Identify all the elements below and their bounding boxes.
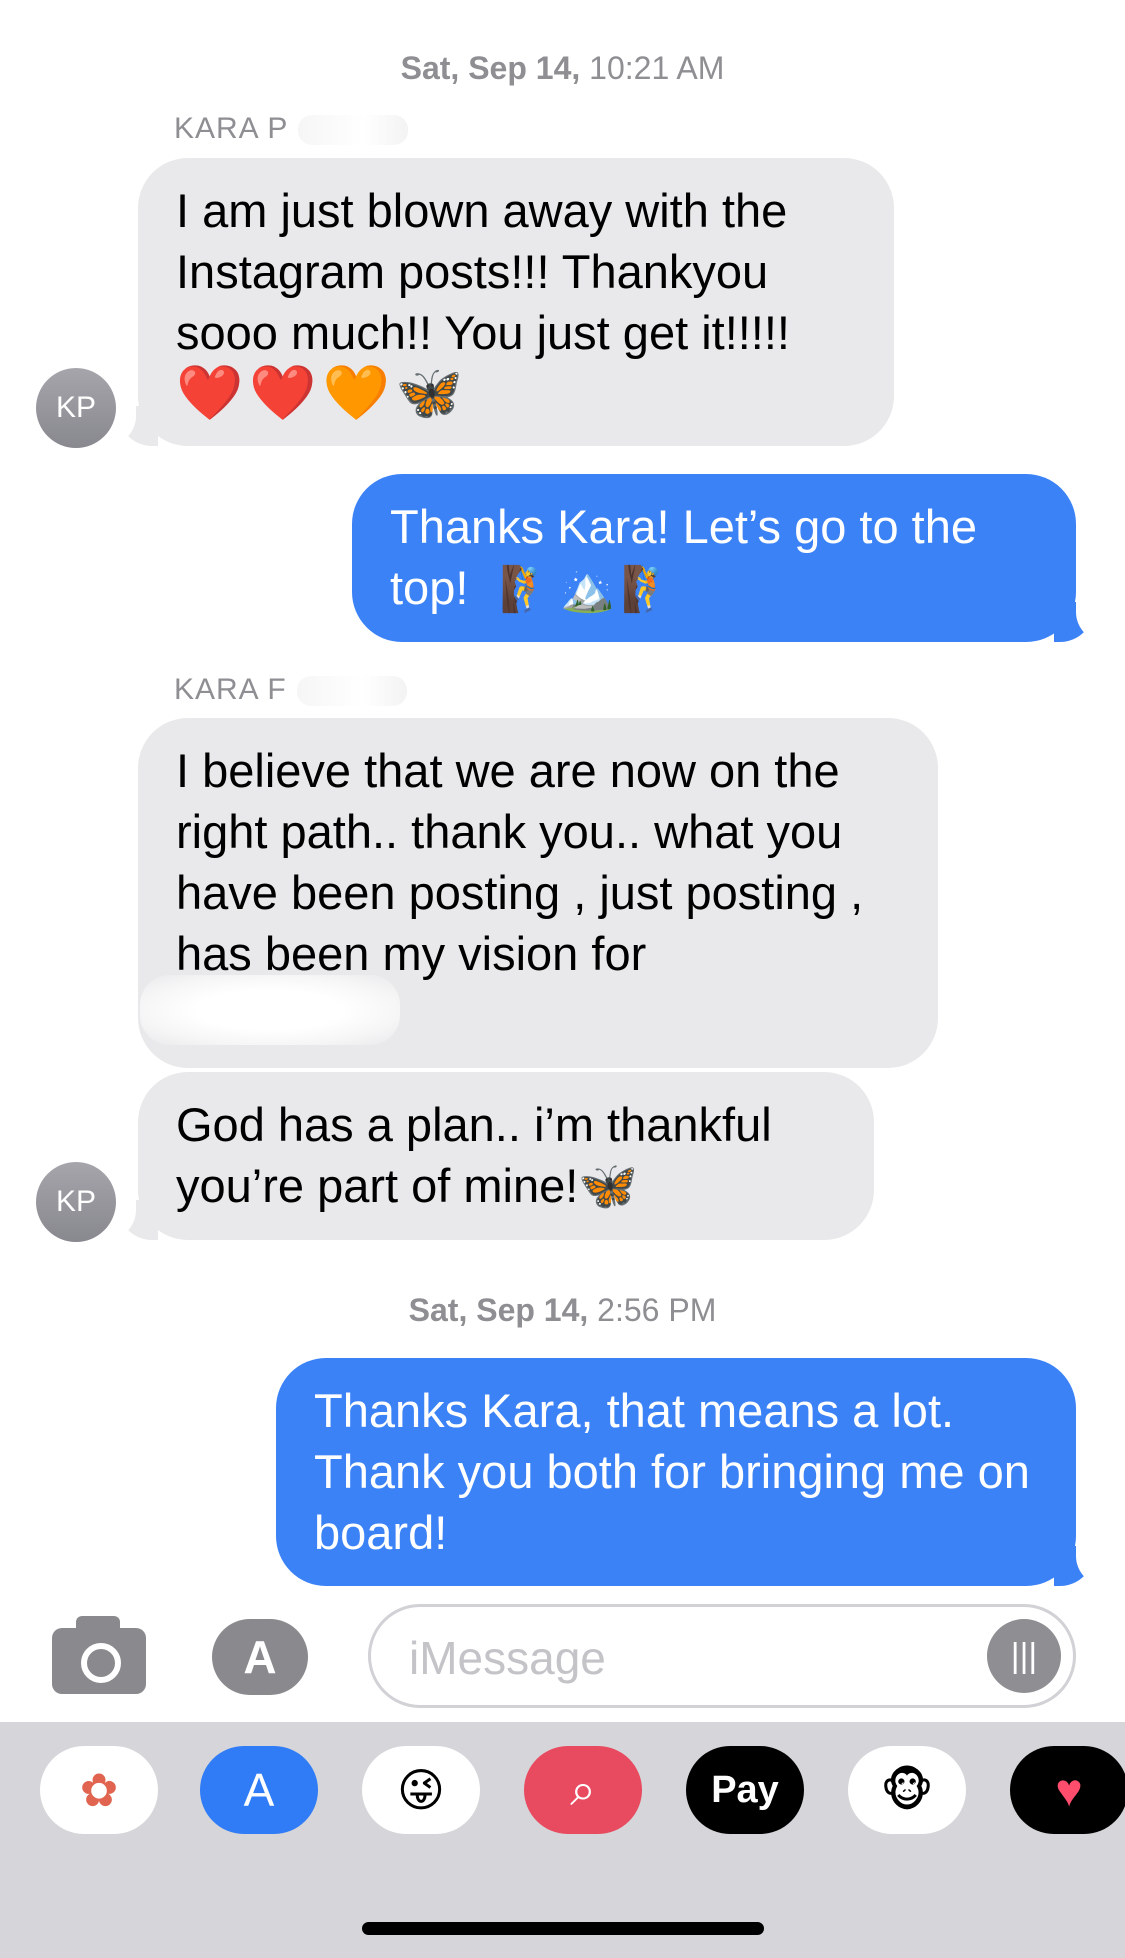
outgoing-message-bubble[interactable]: Thanks Kara! Let’s go to the top! 🧗🏔️🧗: [352, 474, 1076, 642]
message-text: Thanks Kara! Let’s go to the top!: [390, 500, 977, 614]
message-input[interactable]: iMessage |||: [368, 1604, 1076, 1708]
bubble-tail: [96, 1196, 158, 1240]
message-emoji: ❤️❤️🧡🦋: [176, 363, 469, 423]
camera-icon[interactable]: [52, 1616, 146, 1694]
timestamp-day: Sat, Sep 14,: [400, 50, 581, 86]
redaction-smudge: [296, 676, 407, 707]
digital-touch-icon[interactable]: ♥: [1010, 1746, 1125, 1834]
outgoing-message-bubble[interactable]: Thanks Kara, that means a lot. Thank you…: [276, 1358, 1076, 1586]
bubble-tail: [1054, 598, 1116, 642]
timestamp: Sat, Sep 14, 2:56 PM: [0, 1292, 1125, 1329]
message-text: Thanks Kara, that means a lot. Thank you…: [314, 1384, 1030, 1559]
timestamp: Sat, Sep 14, 10:21 AM: [0, 50, 1125, 87]
message-text: I believe that we are now on the right p…: [176, 744, 864, 980]
web-search-icon[interactable]: ⌕: [524, 1746, 642, 1834]
avatar[interactable]: KP: [36, 1162, 116, 1242]
timestamp-time: 2:56 PM: [588, 1292, 717, 1328]
incoming-message-bubble[interactable]: God has a plan.. i’m thankful you’re par…: [138, 1072, 874, 1240]
home-indicator[interactable]: [362, 1922, 764, 1935]
timestamp-day: Sat, Sep 14,: [408, 1292, 589, 1328]
bubble-tail: [96, 402, 158, 446]
message-text: I am just blown away with the Instagram …: [176, 184, 790, 359]
incoming-message-bubble[interactable]: I am just blown away with the Instagram …: [138, 158, 894, 446]
redaction-scribble: [140, 975, 400, 1045]
sender-name: KARA F: [174, 673, 407, 707]
audio-waveform-icon[interactable]: |||: [987, 1619, 1061, 1693]
app-store-icon: A: [243, 1631, 277, 1683]
timestamp-time: 10:21 AM: [580, 50, 725, 86]
avatar[interactable]: KP: [36, 368, 116, 448]
message-input-placeholder: iMessage: [409, 1632, 606, 1684]
memoji-stickers-icon[interactable]: 😜: [362, 1746, 480, 1834]
photos-app-icon[interactable]: ✿: [40, 1746, 158, 1834]
message-emoji: 🦋: [578, 1160, 645, 1213]
redaction-smudge: [298, 115, 409, 146]
app-store-icon[interactable]: A: [200, 1746, 318, 1834]
apple-pay-icon[interactable]: Pay: [686, 1746, 804, 1834]
message-text: God has a plan.. i’m thankful you’re par…: [176, 1098, 772, 1212]
sender-name: KARA P: [174, 112, 409, 146]
animoji-icon[interactable]: 🐵: [848, 1746, 966, 1834]
app-drawer-button[interactable]: A: [212, 1619, 308, 1695]
message-emoji: 🧗🏔️🧗: [499, 565, 682, 614]
bubble-tail: [1054, 1542, 1116, 1586]
